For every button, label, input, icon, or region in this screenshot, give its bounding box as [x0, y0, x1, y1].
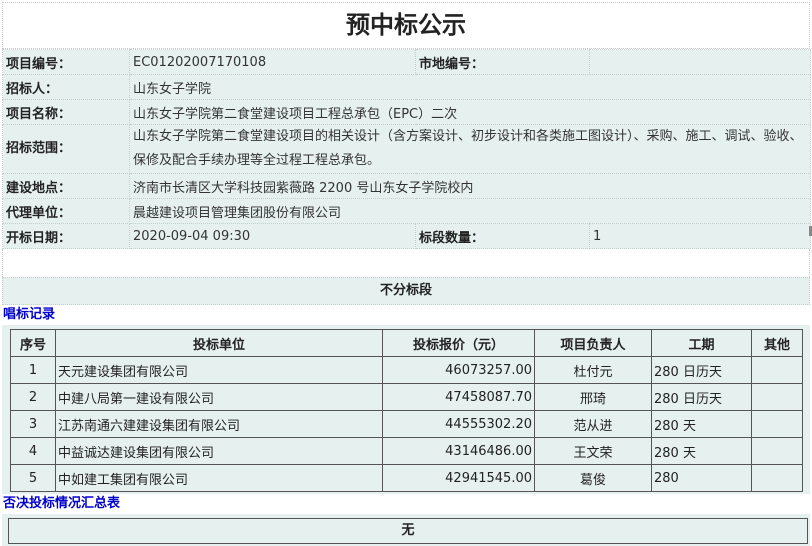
cell-seq: 5	[10, 464, 56, 492]
cell-seq: 1	[10, 356, 56, 384]
open-date-label: 开标日期：	[2, 223, 130, 249]
info-row-location: 建设地点： 济南市长清区大学科技园紫薇路 2200 号山东女子学院校内	[2, 173, 811, 199]
bid-record-heading: 唱标记录	[3, 307, 56, 322]
project-no-label: 项目编号：	[2, 49, 130, 75]
cell-manager: 邢琦	[534, 383, 652, 411]
table-row: 3 江苏南通六建建设集团有限公司 44555302.20 范从进 280 天	[10, 410, 803, 438]
city-no-value	[589, 49, 811, 75]
project-name-value: 山东女子学院第二食堂建设项目工程总承包（EPC）二次	[129, 99, 811, 125]
reject-summary-heading: 否决投标情况汇总表	[3, 496, 121, 511]
cell-bidder: 中益诚达建设集团有限公司	[55, 437, 383, 465]
cell-duration: 280 天	[651, 437, 752, 465]
cell-duration: 280	[651, 464, 752, 492]
project-name-label: 项目名称：	[2, 99, 130, 125]
info-row-scope: 招标范围： 山东女子学院第二食堂建设项目的相关设计（含方案设计、初步设计和各类施…	[2, 124, 811, 174]
header-seq: 序号	[10, 329, 56, 357]
cell-other	[751, 383, 803, 411]
cell-manager: 范从进	[534, 410, 652, 438]
reject-summary-value: 无	[8, 518, 808, 544]
tenderer-label: 招标人：	[2, 74, 130, 100]
cell-other	[751, 464, 803, 492]
page-title: 预中标公示	[2, 2, 810, 49]
scope-value: 山东女子学院第二食堂建设项目的相关设计（含方案设计、初步设计和各类施工图设计）、…	[129, 124, 811, 174]
cell-other	[751, 356, 803, 384]
bid-record-table: 序号 投标单位 投标报价（元） 项目负责人 工期 其他 1 天元建设集团有限公司…	[10, 329, 803, 492]
cell-seq: 3	[10, 410, 56, 438]
notice-page: 预中标公示 项目编号： EC01202007170108 市地编号： 招标人： …	[2, 2, 811, 546]
table-row: 2 中建八局第一建设有限公司 47458087.70 邢琦 280 日历天	[10, 383, 803, 411]
bid-record-container: 序号 投标单位 投标报价（元） 项目负责人 工期 其他 1 天元建设集团有限公司…	[2, 325, 810, 494]
cell-price: 42941545.00	[382, 464, 535, 492]
table-row: 4 中益诚达建设集团有限公司 43146486.00 王文荣 280 天	[10, 437, 803, 465]
cell-manager: 葛俊	[534, 464, 652, 492]
bid-table-header: 序号 投标单位 投标报价（元） 项目负责人 工期 其他	[10, 329, 803, 357]
reject-summary-container: 无	[2, 514, 810, 546]
lots-value: 1	[589, 223, 811, 249]
cell-price: 44555302.20	[382, 410, 535, 438]
header-price: 投标报价（元）	[382, 329, 535, 357]
header-duration: 工期	[651, 329, 752, 357]
cell-price: 47458087.70	[382, 383, 535, 411]
section-title: 不分标段	[2, 277, 810, 305]
cell-duration: 280 天	[651, 410, 752, 438]
info-row-tenderer: 招标人： 山东女子学院	[2, 74, 811, 100]
table-row: 1 天元建设集团有限公司 46073257.00 杜付元 280 日历天	[10, 356, 803, 384]
cell-seq: 4	[10, 437, 56, 465]
cell-duration: 280 日历天	[651, 383, 752, 411]
cell-price: 43146486.00	[382, 437, 535, 465]
cell-duration: 280 日历天	[651, 356, 752, 384]
info-row-agent: 代理单位： 晨越建设项目管理集团股份有限公司	[2, 198, 811, 224]
cell-bidder: 中如建工集团有限公司	[55, 464, 383, 492]
lots-label: 标段数量：	[415, 223, 590, 249]
cell-bidder: 天元建设集团有限公司	[55, 356, 383, 384]
location-value: 济南市长清区大学科技园紫薇路 2200 号山东女子学院校内	[129, 173, 811, 199]
header-manager: 项目负责人	[534, 329, 652, 357]
agent-label: 代理单位：	[2, 198, 130, 224]
info-row-project-name: 项目名称： 山东女子学院第二食堂建设项目工程总承包（EPC）二次	[2, 99, 811, 125]
cell-bidder: 中建八局第一建设有限公司	[55, 383, 383, 411]
header-other: 其他	[751, 329, 803, 357]
info-row-open-date: 开标日期： 2020-09-04 09:30 标段数量： 1	[2, 223, 811, 249]
project-info-table: 项目编号： EC01202007170108 市地编号： 招标人： 山东女子学院…	[2, 49, 811, 249]
cell-price: 46073257.00	[382, 356, 535, 384]
city-no-label: 市地编号：	[415, 49, 590, 75]
project-no-value: EC01202007170108	[129, 49, 416, 75]
cell-manager: 杜付元	[534, 356, 652, 384]
info-row-project-no: 项目编号： EC01202007170108 市地编号：	[2, 49, 811, 75]
cell-bidder: 江苏南通六建建设集团有限公司	[55, 410, 383, 438]
spacer	[2, 249, 810, 277]
header-bidder: 投标单位	[55, 329, 383, 357]
open-date-value: 2020-09-04 09:30	[129, 223, 416, 249]
cell-other	[751, 437, 803, 465]
scope-label: 招标范围：	[2, 124, 130, 174]
tenderer-value: 山东女子学院	[129, 74, 811, 100]
table-row: 5 中如建工集团有限公司 42941545.00 葛俊 280	[10, 464, 803, 492]
cell-manager: 王文荣	[534, 437, 652, 465]
cell-other	[751, 410, 803, 438]
location-label: 建设地点：	[2, 173, 130, 199]
cell-seq: 2	[10, 383, 56, 411]
agent-value: 晨越建设项目管理集团股份有限公司	[129, 198, 811, 224]
